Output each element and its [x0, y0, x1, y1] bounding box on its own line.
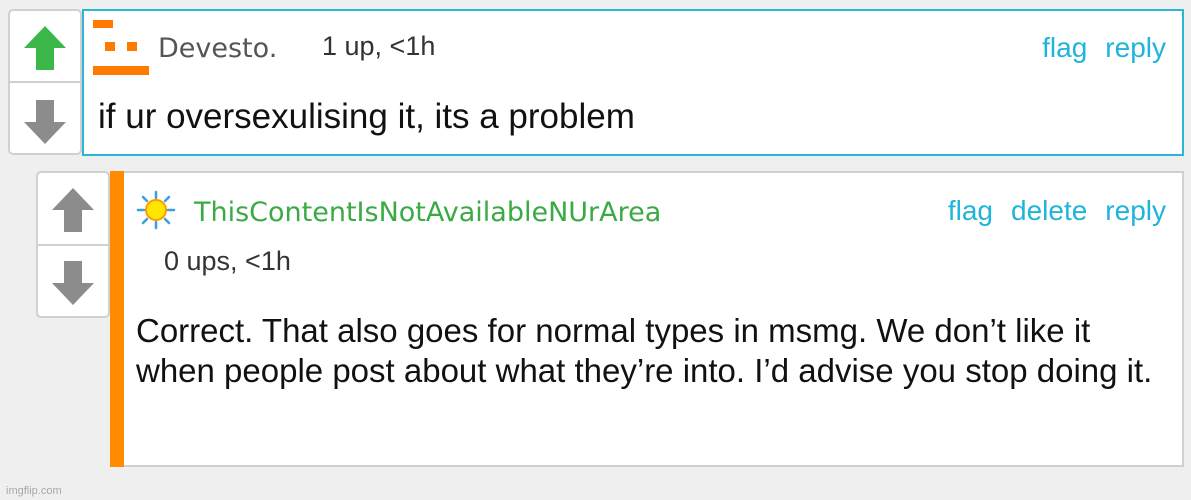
comment-meta: 1 up, <1h: [322, 31, 436, 61]
avatar[interactable]: [93, 20, 151, 81]
flag-link[interactable]: flag: [1042, 32, 1087, 64]
vote-box-comment-1: [8, 9, 82, 155]
orange-pixel-face-avatar-icon: [93, 20, 149, 75]
yellow-sun-avatar-icon: [136, 190, 176, 230]
reply-link[interactable]: reply: [1105, 32, 1166, 64]
comment-actions: flag delete reply: [948, 195, 1166, 227]
comment-text: if ur oversexulising it, its a problem: [98, 97, 635, 136]
avatar[interactable]: [136, 190, 176, 235]
comment-1: Devesto. 1 up, <1h flag reply if ur over…: [82, 9, 1184, 156]
downvote-arrow-icon[interactable]: [22, 98, 68, 151]
comment-actions: flag reply: [1042, 32, 1166, 64]
flag-link[interactable]: flag: [948, 195, 993, 227]
comment-2: ThisContentIsNotAvailableNUrArea flag de…: [110, 171, 1184, 467]
watermark: imgflip.com: [6, 485, 62, 497]
comment-text: Correct. That also goes for normal types…: [136, 312, 1153, 389]
upvote-arrow-icon[interactable]: [50, 186, 96, 239]
delete-link[interactable]: delete: [1011, 195, 1087, 227]
comment-meta: 0 ups, <1h: [164, 246, 291, 276]
reply-indicator-bar: [110, 171, 124, 467]
author-name[interactable]: Devesto.: [158, 33, 277, 64]
downvote-arrow-icon[interactable]: [50, 259, 96, 312]
vote-box-comment-2: [36, 171, 110, 318]
upvote-arrow-icon[interactable]: [22, 24, 68, 77]
reply-link[interactable]: reply: [1105, 195, 1166, 227]
author-name[interactable]: ThisContentIsNotAvailableNUrArea: [194, 197, 661, 228]
